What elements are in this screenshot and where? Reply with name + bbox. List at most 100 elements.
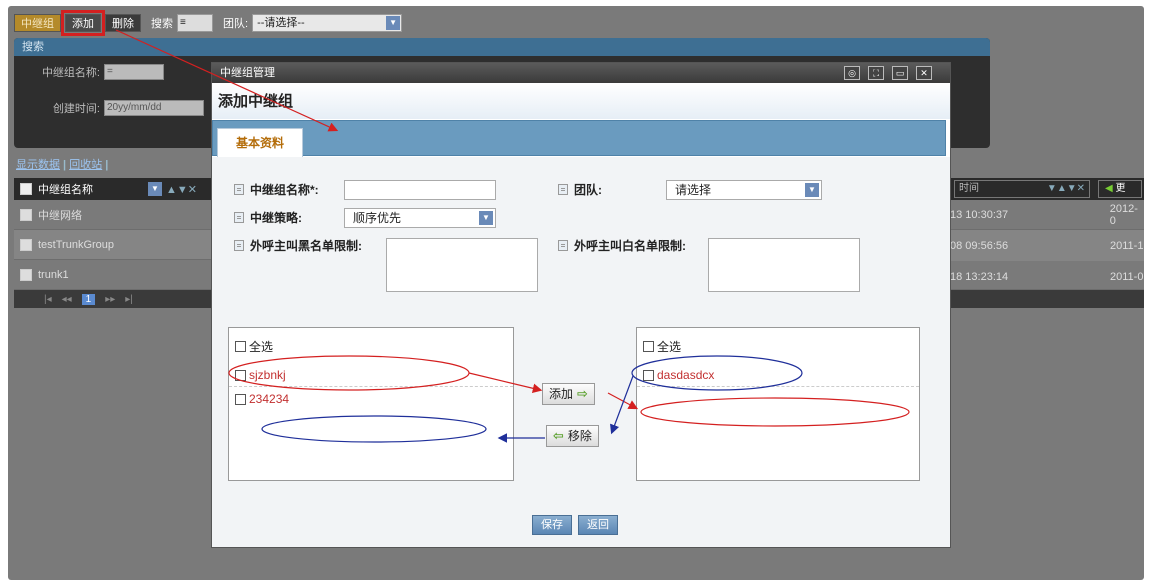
row-checkbox[interactable] (20, 238, 32, 251)
sort-icons[interactable]: ▼▲▼✕ (1047, 181, 1085, 197)
modal-tab-bar: 基本资料 (212, 120, 946, 158)
list-item[interactable]: sjzbnkj (235, 368, 286, 382)
search-name-row: 中继组名称: = (14, 64, 164, 80)
search-created-row: 创建时间: 20yy/mm/dd (14, 100, 204, 116)
available-trunks-list: 全选 sjzbnkj 234234 (228, 327, 514, 481)
show-data-link[interactable]: 显示数据 (16, 159, 60, 171)
pager-first[interactable]: |◂ (44, 294, 52, 305)
select-all-checkbox[interactable] (235, 341, 246, 352)
grid-header-name[interactable]: 中继组名称 (38, 181, 148, 197)
links-separator: | (60, 159, 70, 171)
search-created-label: 创建时间: (52, 103, 100, 115)
back-button[interactable]: 返回 (578, 515, 618, 535)
name-field-label: 中继组名称*: (234, 181, 319, 198)
row-checkbox[interactable] (20, 268, 32, 281)
item-checkbox[interactable] (235, 393, 246, 405)
close-icon[interactable]: ✕ (916, 66, 932, 80)
team-select[interactable]: 请选择 ▼ (666, 180, 822, 200)
left-select-all[interactable]: 全选 (235, 338, 273, 355)
minimize-icon[interactable]: ▭ (892, 66, 908, 80)
arrow-left-icon: ⇦ (553, 428, 564, 443)
more-columns-button[interactable]: ◀ 更 (1098, 180, 1142, 198)
row-time: 13 10:30:37 (950, 209, 1009, 221)
team-field-label-text: 团队: (574, 183, 602, 197)
team-select[interactable]: --请选择-- ▼ (252, 14, 403, 32)
modal-title-bar: 中继组管理 ◎ ⛶ ▭ ✕ (212, 63, 950, 83)
list-divider (229, 386, 513, 387)
item-checkbox[interactable] (235, 369, 246, 381)
remove-from-group-label: 移除 (567, 429, 592, 443)
blacklist-textarea[interactable] (386, 238, 538, 292)
view-links: 显示数据 | 回收站 | (16, 156, 108, 172)
modal-header: 添加中继组 (212, 83, 950, 119)
add-to-group-button[interactable]: 添加 ⇨ (542, 383, 595, 405)
refresh-icon[interactable]: ◎ (844, 66, 860, 80)
maximize-icon[interactable]: ⛶ (868, 66, 884, 80)
field-icon (234, 212, 244, 223)
table-row-right: 08 09:56:56 2011-1 (950, 231, 1144, 261)
chevron-down-icon[interactable]: ▼ (148, 182, 162, 196)
search-operator-select[interactable]: ≡ (177, 14, 213, 32)
row-checkbox[interactable] (20, 208, 32, 221)
whitelist-field-label-text: 外呼主叫白名单限制: (574, 239, 686, 253)
sort-icons[interactable]: ▲▼✕ (166, 183, 197, 196)
field-icon (234, 240, 244, 251)
select-all-label: 全选 (249, 340, 274, 354)
pager-next[interactable]: ▸▸ (105, 294, 115, 305)
row-extra: 2011-0 (1110, 271, 1144, 283)
grid-right-header: 时间 ▼▲▼✕ ◀ 更 (950, 178, 1144, 200)
team-label: 团队: (223, 18, 249, 30)
item-checkbox[interactable] (643, 369, 654, 381)
save-button[interactable]: 保存 (532, 515, 572, 535)
team-field-label: 团队: (558, 181, 602, 198)
pager-prev[interactable]: ◂◂ (62, 294, 72, 305)
row-name: 中继网络 (38, 209, 82, 222)
row-time: 08 09:56:56 (950, 240, 1009, 252)
team-select-value: --请选择-- (257, 17, 305, 29)
remove-from-group-button[interactable]: ⇦ 移除 (546, 425, 599, 447)
team-select-value: 请选择 (675, 183, 712, 197)
blacklist-field-label: 外呼主叫黑名单限制: (234, 237, 362, 254)
blacklist-field-label-text: 外呼主叫黑名单限制: (250, 239, 362, 253)
row-extra: 2011-1 (1110, 240, 1144, 252)
trunk-group-modal: 中继组管理 ◎ ⛶ ▭ ✕ 添加中继组 基本资料 中继组名称*: 团队: 请选择… (211, 62, 951, 548)
name-field-label-text: 中继组名称*: (250, 183, 319, 197)
add-to-group-label: 添加 (549, 387, 574, 401)
time-column-select[interactable]: 时间 ▼▲▼✕ (954, 180, 1090, 198)
list-divider (637, 386, 919, 387)
row-extra: 2012-0 (1109, 203, 1138, 227)
modal-body: 中继组名称*: 团队: 请选择 ▼ 中继策略: 顺序优先 ▼ 外呼主叫黑名单限制… (212, 157, 950, 547)
chevron-down-icon: ▼ (479, 211, 493, 225)
search-label: 搜索 (151, 18, 173, 30)
search-created-input[interactable]: 20yy/mm/dd (104, 100, 204, 116)
recycle-bin-link[interactable]: 回收站 (69, 159, 102, 171)
modal-window-title: 中继组管理 (220, 67, 275, 79)
tab-basic-info[interactable]: 基本资料 (217, 128, 303, 158)
search-panel-header: 搜索 (14, 38, 990, 56)
chevron-down-icon: ▼ (386, 16, 401, 30)
list-item[interactable]: 234234 (235, 392, 289, 406)
strategy-field-label: 中继策略: (234, 209, 302, 226)
selected-trunks-list: 全选 dasdasdcx (636, 327, 920, 481)
select-all-checkbox[interactable] (20, 183, 32, 195)
right-select-all[interactable]: 全选 (643, 338, 681, 355)
delete-button[interactable]: 删除 (105, 14, 141, 32)
strategy-field-label-text: 中继策略: (250, 211, 302, 225)
whitelist-textarea[interactable] (708, 238, 860, 292)
links-separator-end: | (102, 159, 109, 171)
time-column-label: 时间 (959, 183, 979, 194)
pager-last[interactable]: ▸| (125, 294, 133, 305)
name-input[interactable] (344, 180, 496, 200)
list-item[interactable]: dasdasdcx (643, 368, 714, 382)
row-name: testTrunkGroup (38, 238, 115, 251)
strategy-select[interactable]: 顺序优先 ▼ (344, 208, 496, 228)
trunk-group-tab[interactable]: 中继组 (14, 14, 61, 32)
search-name-operator[interactable]: = (104, 64, 164, 80)
add-button[interactable]: 添加 (61, 10, 105, 36)
pager-current[interactable]: 1 (81, 293, 96, 305)
table-row-right: 13 10:30:37 2012-0 (950, 200, 1144, 230)
select-all-checkbox[interactable] (643, 341, 654, 352)
strategy-select-value: 顺序优先 (353, 211, 402, 225)
search-name-label: 中继组名称: (41, 67, 100, 79)
arrow-left-icon: ◀ (1105, 183, 1113, 194)
